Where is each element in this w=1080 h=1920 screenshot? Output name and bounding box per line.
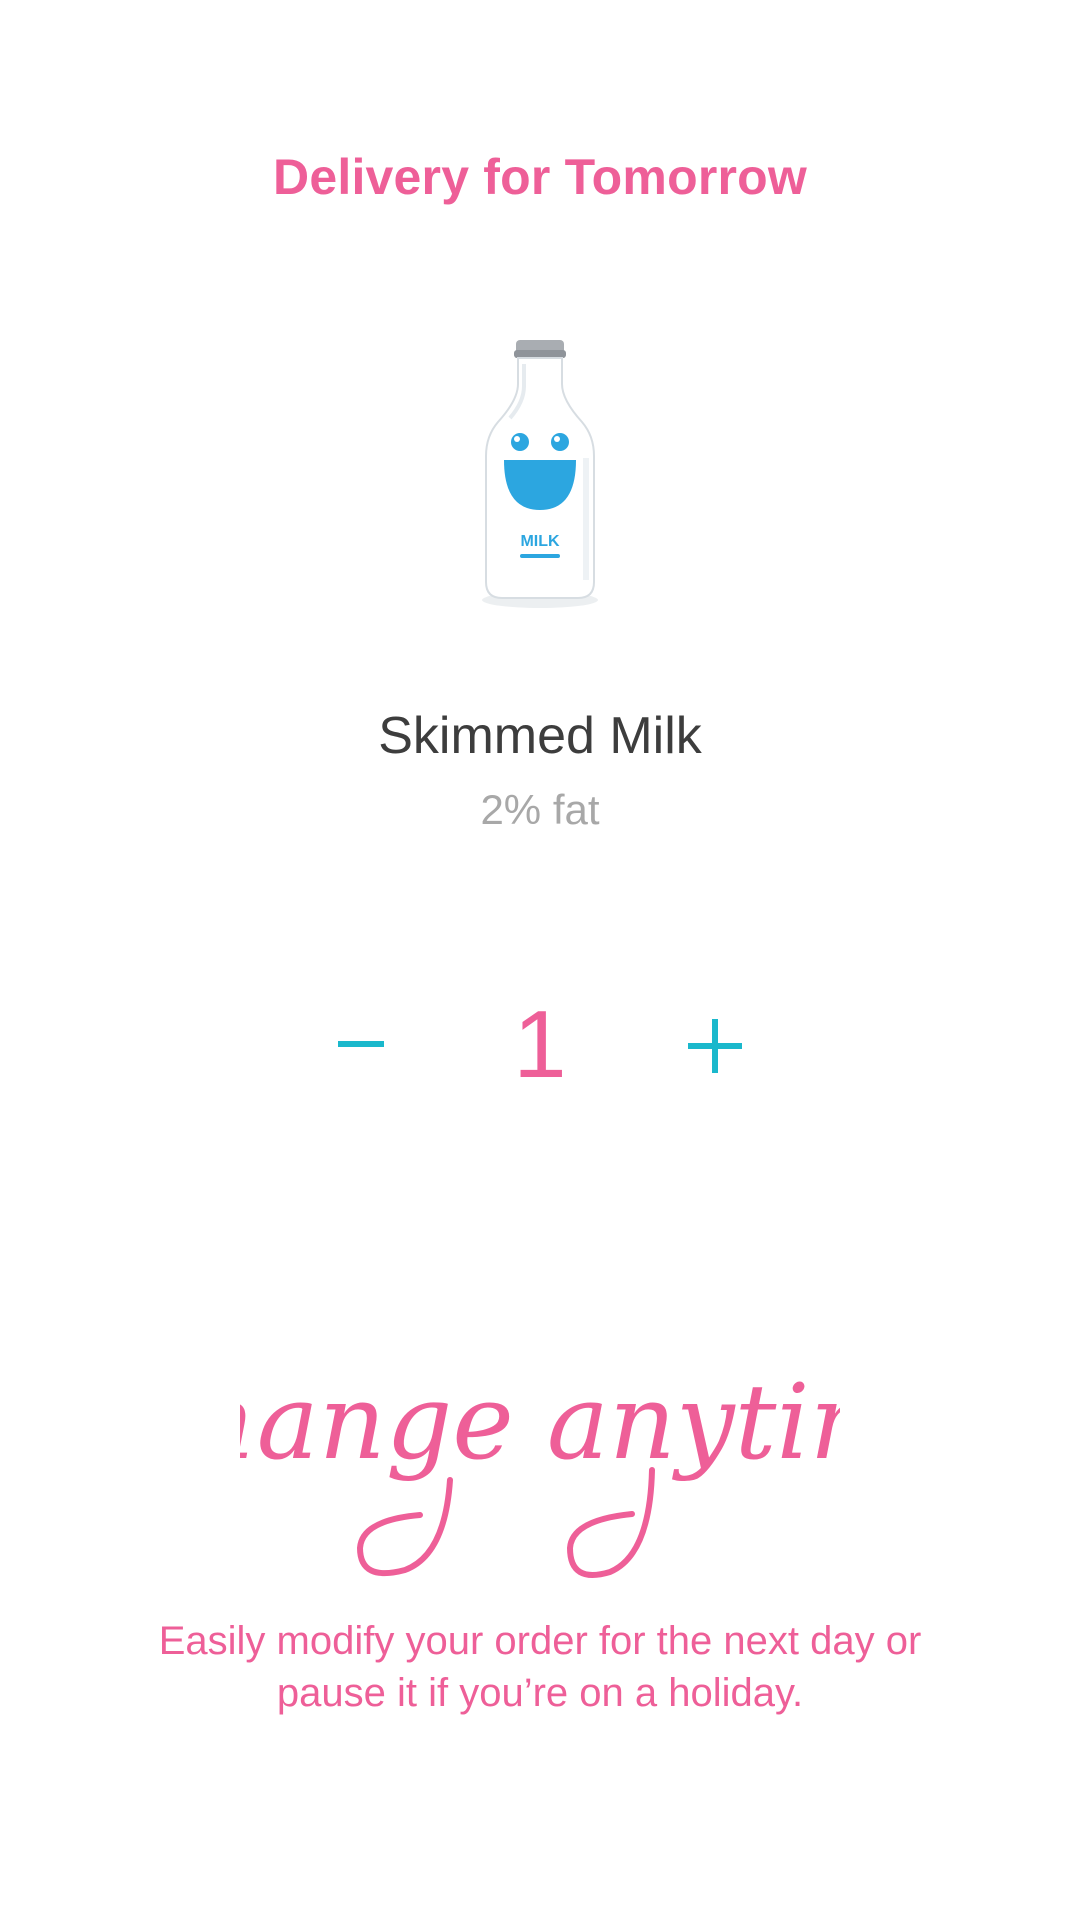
quantity-stepper: − 1 + — [0, 985, 1080, 1105]
change-anytime-title: Change anytime — [240, 1361, 840, 1578]
decrement-button[interactable]: − — [300, 985, 420, 1105]
minus-icon — [338, 1041, 384, 1047]
bottle-label: MILK — [520, 533, 560, 550]
product-name: Skimmed Milk — [378, 707, 702, 765]
script-loop-decoration — [566, 1467, 655, 1578]
milk-bottle-icon: MILK — [470, 332, 610, 612]
promo-description: Easily modify your order for the next da… — [158, 1619, 922, 1715]
promo-title: Change anytime — [240, 1361, 840, 1483]
script-loop-decoration — [356, 1477, 453, 1577]
quantity-value: 1 — [513, 991, 567, 1098]
product-fat-content: 2% fat — [480, 786, 600, 833]
plus-icon — [688, 1019, 742, 1073]
page-title: Delivery for Tomorrow — [273, 149, 807, 205]
increment-button[interactable]: + — [655, 985, 775, 1105]
